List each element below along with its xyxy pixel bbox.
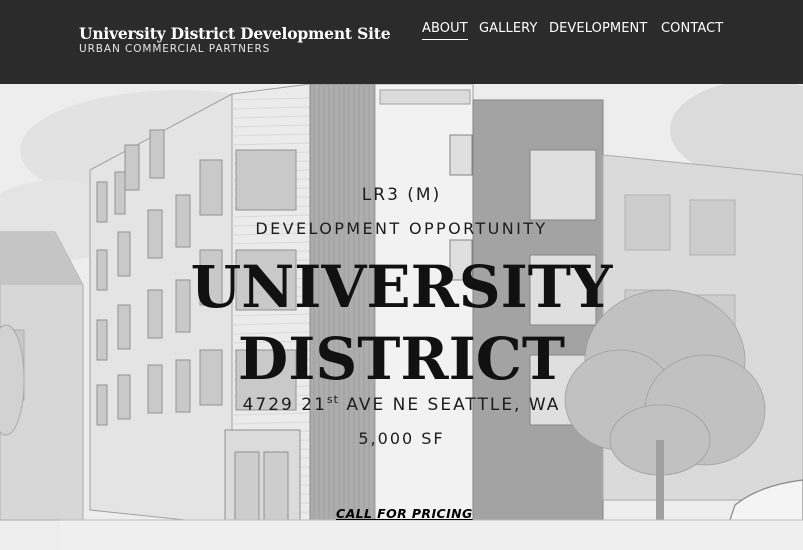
nav-gallery[interactable]: GALLERY [479, 21, 538, 36]
headline-line-1: UNIVERSITY [190, 253, 613, 321]
lot-size: 5,000 SF [358, 429, 445, 448]
nav-about[interactable]: ABOUT [422, 21, 468, 40]
site-title[interactable]: University District Development Site [79, 24, 391, 43]
zoning-label: LR3 (M) [361, 185, 442, 205]
site-header: University District Development Site URB… [0, 0, 803, 84]
address: 4729 21st AVE NE SEATTLE, WA [0, 393, 803, 415]
headline-line-2: DISTRICT [237, 325, 566, 393]
call-for-pricing-link[interactable]: CALL FOR PRICING [336, 506, 473, 521]
development-opportunity-label: DEVELOPMENT OPPORTUNITY [255, 219, 548, 238]
address-ordinal: st [326, 393, 339, 406]
address-number: 4729 21 [242, 395, 327, 415]
nav-contact[interactable]: CONTACT [661, 21, 723, 36]
address-street: AVE NE SEATTLE, WA [338, 395, 561, 415]
site-subtitle: URBAN COMMERCIAL PARTNERS [79, 43, 271, 55]
nav-development[interactable]: DEVELOPMENT [549, 21, 647, 36]
